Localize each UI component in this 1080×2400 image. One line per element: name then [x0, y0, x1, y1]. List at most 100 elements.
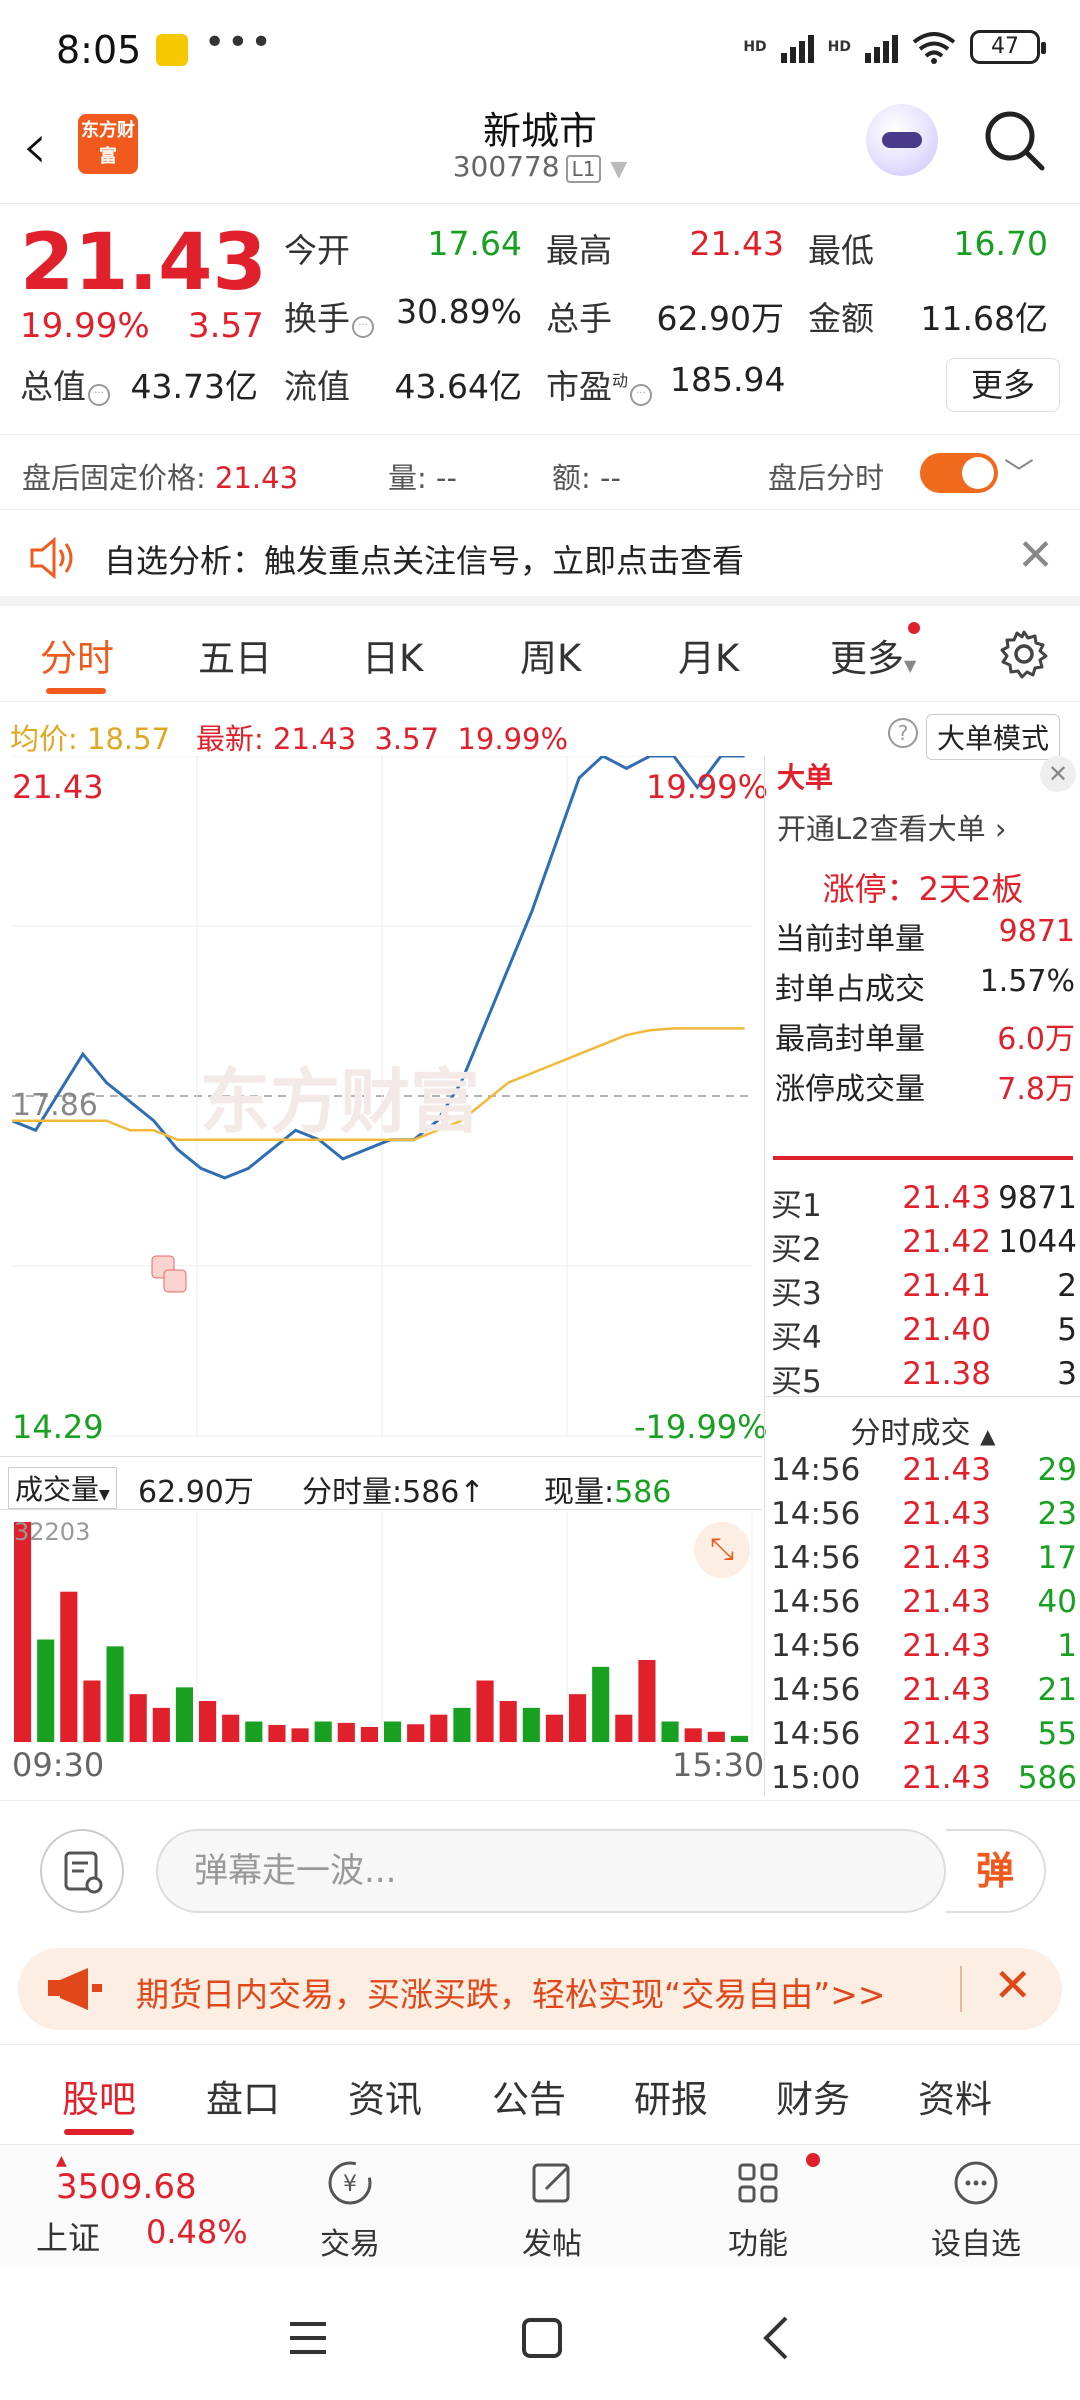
- volume-indicator-select[interactable]: 成交量▼: [8, 1467, 117, 1509]
- info-icon-2[interactable]: ···: [88, 384, 110, 406]
- bid-label: 买1: [771, 1188, 822, 1224]
- tick-volume: 23: [1037, 1496, 1077, 1532]
- tab-monthly-k[interactable]: 月K: [678, 628, 739, 682]
- ticks-title-text: 分时成交: [850, 1416, 971, 1451]
- close-icon[interactable]: ✕: [1040, 756, 1076, 792]
- tab-financials[interactable]: 财务: [776, 2069, 850, 2123]
- promo-text: 期货日内交易，买涨买跌，轻松实现“交易自由”>>: [136, 1975, 886, 2014]
- tab-news[interactable]: 资讯: [348, 2069, 422, 2123]
- volume-bar: [268, 1724, 286, 1742]
- tick-volume: 586: [1017, 1760, 1077, 1796]
- alert-banner[interactable]: 自选分析：触发重点关注信号，立即点击查看 ✕: [0, 512, 1080, 606]
- post-button[interactable]: 发帖: [482, 2145, 622, 2263]
- volume-bar: [175, 1687, 193, 1742]
- eastmoney-logo[interactable]: 东方财富: [78, 114, 138, 174]
- ticks-title[interactable]: 分时成交 ▲: [765, 1408, 1080, 1452]
- open-label: 今开: [284, 231, 350, 270]
- latest-price-value: 21.43: [273, 722, 357, 756]
- volume-total: 62.90万: [138, 1475, 254, 1510]
- low-value: 16.70: [953, 224, 1048, 263]
- dropdown-icon: ▼: [904, 656, 917, 675]
- bid-price: 21.42: [902, 1224, 991, 1260]
- tab-daily-k[interactable]: 日K: [362, 628, 423, 682]
- low-label: 最低: [808, 231, 874, 270]
- close-icon[interactable]: ✕: [993, 1958, 1032, 2012]
- danmaku-input[interactable]: 弹幕走一波...: [156, 1829, 946, 1913]
- gear-icon[interactable]: [998, 628, 1050, 680]
- help-icon[interactable]: ?: [888, 718, 918, 748]
- tick-price: 21.43: [902, 1628, 991, 1664]
- turnover-value: 30.89%: [396, 292, 522, 331]
- change-percent: 19.99%: [20, 306, 150, 346]
- tick-volume-value: 586: [402, 1475, 460, 1510]
- add-watchlist-button[interactable]: 设自选: [906, 2145, 1046, 2263]
- tab-more-label: 更多: [830, 637, 904, 680]
- stat-row: 最高封单量 6.0万: [775, 1014, 1075, 1058]
- level-badge: L1: [565, 155, 602, 183]
- wifi-icon: [912, 32, 956, 64]
- expand-icon[interactable]: ⤡: [694, 1522, 750, 1578]
- sort-up-icon: ▲: [980, 1424, 996, 1448]
- tab-intraday[interactable]: 分时: [40, 628, 114, 682]
- tab-five-day[interactable]: 五日: [198, 628, 272, 682]
- megaphone-icon: [48, 1968, 102, 2010]
- signal-icon: [780, 31, 814, 63]
- tab-more[interactable]: 更多▼: [830, 622, 921, 682]
- tab-research[interactable]: 研报: [634, 2069, 708, 2123]
- bid-row: 买5 21.38 3: [771, 1356, 1077, 1401]
- bid-price: 21.40: [902, 1312, 991, 1348]
- assistant-robot-icon[interactable]: [866, 104, 938, 176]
- home-icon[interactable]: [520, 2316, 564, 2360]
- more-button[interactable]: 更多: [946, 358, 1060, 412]
- divider: [765, 1396, 1080, 1397]
- search-icon[interactable]: [982, 108, 1046, 172]
- close-icon[interactable]: ✕: [1017, 530, 1054, 581]
- tab-weekly-k[interactable]: 周K: [520, 628, 581, 682]
- tab-orderbook[interactable]: 盘口: [206, 2069, 280, 2123]
- menu-icon[interactable]: [286, 2318, 330, 2358]
- tick-price: 21.43: [902, 1496, 991, 1532]
- tab-profile[interactable]: 资料: [918, 2069, 992, 2123]
- open-l2-link[interactable]: 开通L2查看大单 ›: [777, 806, 1006, 848]
- back-button[interactable]: ‹: [22, 110, 48, 184]
- chart-tabs: 分时 五日 日K 周K 月K 更多▼: [0, 606, 1080, 702]
- danmaku-settings-icon[interactable]: [40, 1829, 124, 1913]
- promo-banner[interactable]: 期货日内交易，买涨买跌，轻松实现“交易自由”>> ✕: [18, 1948, 1062, 2030]
- bid-row: 买4 21.40 5: [771, 1312, 1077, 1357]
- back-icon[interactable]: [756, 2314, 796, 2362]
- chart-start-time: 09:30: [12, 1746, 105, 1784]
- latest-pct: 19.99%: [457, 722, 569, 756]
- volume-bar: [129, 1694, 147, 1742]
- tab-forum[interactable]: 股吧: [62, 2069, 136, 2123]
- volume-bar: [384, 1721, 402, 1742]
- index-ticker[interactable]: ▲ 3509.68 上证 0.48%: [20, 2145, 270, 2269]
- tick-time: 15:00: [771, 1760, 861, 1796]
- volume-bar: [83, 1680, 101, 1742]
- volume-bar: [592, 1666, 610, 1742]
- danmaku-send-button[interactable]: 弹: [946, 1829, 1046, 1913]
- volume-bar: [407, 1724, 425, 1742]
- current-volume: 现量:586: [544, 1467, 671, 1511]
- info-icon-3[interactable]: ···: [630, 384, 653, 406]
- stat-value: 7.8万: [997, 1072, 1075, 1107]
- turnover-label-text: 换手: [284, 299, 350, 338]
- hd-label-2: HD: [827, 39, 851, 55]
- tab-announcements[interactable]: 公告: [492, 2069, 566, 2123]
- chart-mid-price: 17.86: [12, 1088, 98, 1123]
- chevron-down-icon[interactable]: ﹀: [1004, 449, 1034, 493]
- volume-bar: [569, 1694, 587, 1742]
- big-order-mode-button[interactable]: 大单模式: [926, 714, 1061, 760]
- stat-value: 9871: [998, 914, 1075, 949]
- info-icon[interactable]: ···: [352, 316, 374, 338]
- divider: [960, 1966, 962, 2012]
- after-hours-toggle[interactable]: [920, 453, 998, 493]
- volume-max-label: 32203: [14, 1518, 91, 1546]
- trade-button[interactable]: ¥ 交易: [280, 2145, 420, 2263]
- tick-time: 14:56: [771, 1628, 861, 1664]
- bid-volume: 3: [1057, 1356, 1077, 1392]
- after-hours-volume-label: 量:: [388, 461, 427, 495]
- hd-label: HD: [743, 39, 767, 55]
- tick-time: 14:56: [771, 1496, 861, 1532]
- mcap-label-text: 总值: [20, 367, 86, 406]
- avg-price: 均价: 18.57: [10, 716, 170, 758]
